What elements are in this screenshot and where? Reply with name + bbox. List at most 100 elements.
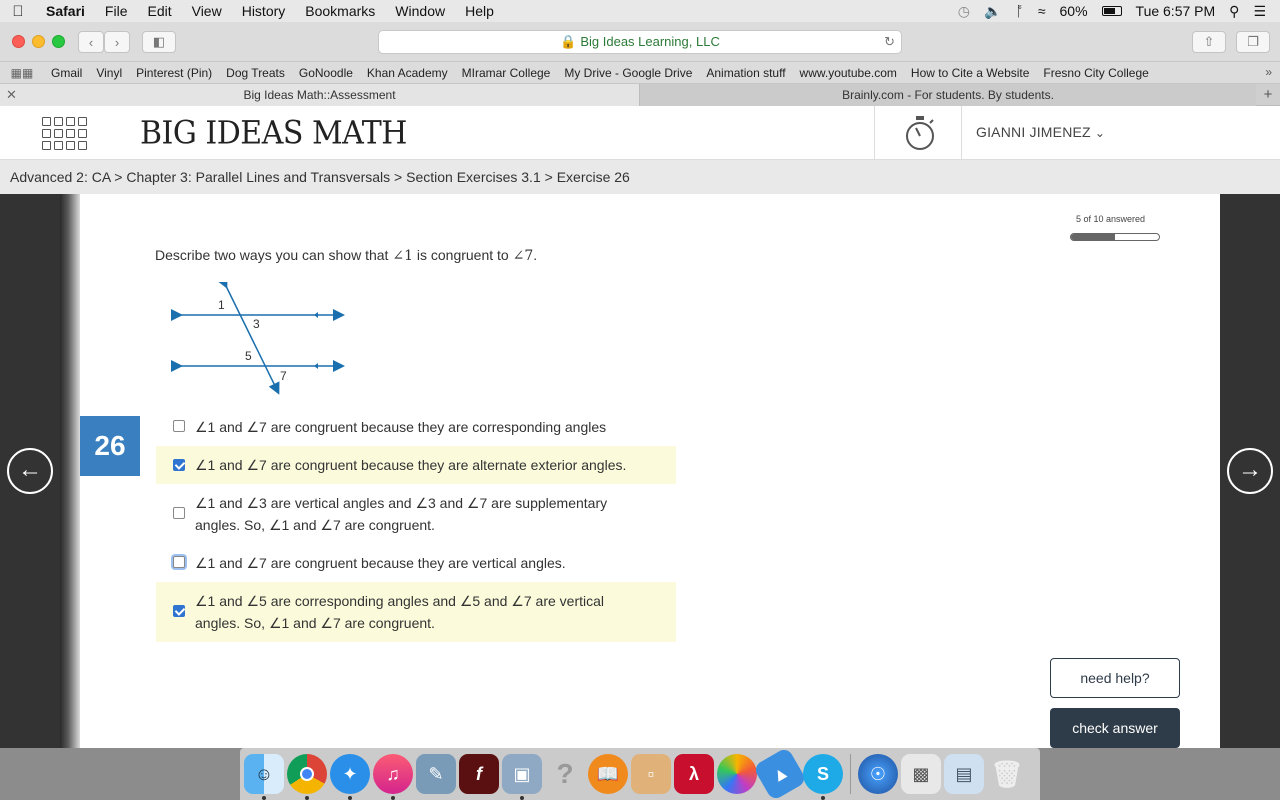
chrome-icon[interactable] <box>287 754 327 800</box>
trash-icon[interactable]: 🗑 <box>987 754 1027 794</box>
status-icons: ◷ 🔈 ᚩ ≈ 60% Tue 6:57 PM ⚲ ☰ <box>958 3 1280 20</box>
figure-label-1: 1 <box>218 298 225 312</box>
tab-assessment[interactable]: ✕ Big Ideas Math::Assessment <box>0 84 640 106</box>
bookmark-khan-academy[interactable]: Khan Academy <box>360 66 455 80</box>
menu-window[interactable]: Window <box>385 3 455 19</box>
skype-icon[interactable]: S <box>803 754 843 800</box>
option-text-line2: angles. So, ∠1 and ∠7 are congruent. <box>195 517 435 533</box>
new-tab-icon[interactable]: + <box>1256 84 1280 106</box>
option-checkbox-checked[interactable] <box>173 459 185 471</box>
image-capture-icon[interactable]: ▣ <box>502 754 542 800</box>
wifi-icon[interactable]: ≈ <box>1038 3 1046 19</box>
spotlight-search-icon[interactable]: ⚲ <box>1229 3 1239 20</box>
battery-percent[interactable]: 60% <box>1060 3 1088 19</box>
check-answer-button[interactable]: check answer <box>1050 708 1180 748</box>
menu-history[interactable]: History <box>232 3 296 19</box>
timer-button[interactable] <box>874 106 962 160</box>
bookmark-youtube[interactable]: www.youtube.com <box>793 66 904 80</box>
answer-option-1[interactable]: ∠1 and ∠7 are congruent because they are… <box>156 416 676 438</box>
bookmark-how-to-cite[interactable]: How to Cite a Website <box>904 66 1037 80</box>
zoom-window-button[interactable] <box>52 35 65 48</box>
tab-brainly[interactable]: Brainly.com - For students. By students. <box>640 84 1256 106</box>
option-checkbox[interactable] <box>173 420 185 432</box>
bookmark-google-drive[interactable]: My Drive - Google Drive <box>557 66 699 80</box>
close-tab-icon[interactable]: ✕ <box>6 84 17 106</box>
preview-icon[interactable]: ✎ <box>416 754 456 794</box>
finder-icon[interactable]: ☺ <box>244 754 284 800</box>
menu-help[interactable]: Help <box>455 3 504 19</box>
option-checkbox-checked[interactable] <box>173 605 185 617</box>
show-tabs-button[interactable]: ❐ <box>1236 31 1270 53</box>
option-text: ∠1 and ∠7 are congruent because they are… <box>195 419 607 435</box>
question-number-badge: 26 <box>80 416 140 476</box>
bookmark-fresno-city-college[interactable]: Fresno City College <box>1036 66 1155 80</box>
answer-option-3[interactable]: ∠1 and ∠3 are vertical angles and ∠3 and… <box>156 492 676 536</box>
downloads-stack-icon[interactable]: ▩ <box>901 754 941 794</box>
angle-1-label: ∠1 <box>392 248 413 264</box>
option-text: ∠1 and ∠7 are congruent because they are… <box>195 555 566 571</box>
transversal-line <box>216 282 280 395</box>
bookmark-dog-treats[interactable]: Dog Treats <box>219 66 292 80</box>
bookmark-gonoodle[interactable]: GoNoodle <box>292 66 360 80</box>
apps-grid-icon[interactable] <box>42 117 87 150</box>
unknown-app-icon[interactable]: ? <box>545 754 585 794</box>
answer-option-2[interactable]: ∠1 and ∠7 are congruent because they are… <box>156 446 676 484</box>
progress-bar-fill <box>1071 234 1115 240</box>
option-checkbox[interactable] <box>173 507 185 519</box>
clock[interactable]: Tue 6:57 PM <box>1136 3 1216 19</box>
back-button[interactable]: ‹ <box>78 31 104 53</box>
documents-stack-icon[interactable]: ▤ <box>944 754 984 794</box>
bluetooth-icon[interactable]: ᚩ <box>1015 3 1023 19</box>
minimize-window-button[interactable] <box>32 35 45 48</box>
address-bar[interactable]: 🔒 Big Ideas Learning, LLC ↻ <box>378 30 902 54</box>
reload-icon[interactable]: ↻ <box>884 31 895 53</box>
progress-label: 5 of 10 answered <box>1076 214 1146 224</box>
menu-view[interactable]: View <box>182 3 232 19</box>
apple-icon[interactable]:  <box>0 3 36 20</box>
next-question-button[interactable]: → <box>1227 448 1273 494</box>
volume-icon[interactable]: 🔈 <box>984 3 1001 20</box>
bookmark-miramar-college[interactable]: MIramar College <box>455 66 558 80</box>
user-menu[interactable]: GIANNI JIMENEZ ⌄ <box>976 124 1105 140</box>
share-button[interactable]: ⇧ <box>1192 31 1226 53</box>
option-checkbox[interactable] <box>173 556 185 568</box>
top-sites-grid-icon[interactable]: ▦▦ <box>0 66 44 80</box>
mac-menu-bar:  Safari File Edit View History Bookmark… <box>0 0 1280 22</box>
bookmark-animation-stuff[interactable]: Animation stuff <box>699 66 792 80</box>
menu-edit[interactable]: Edit <box>137 3 181 19</box>
installer-icon[interactable]: ▫ <box>631 754 671 794</box>
forward-button[interactable]: › <box>104 31 130 53</box>
previous-question-button[interactable]: ← <box>7 448 53 494</box>
need-help-button[interactable]: need help? <box>1050 658 1180 698</box>
progress-bar <box>1070 233 1160 241</box>
time-machine-icon[interactable]: ◷ <box>958 3 970 20</box>
notification-center-icon[interactable]: ☰ <box>1253 3 1266 20</box>
close-window-button[interactable] <box>12 35 25 48</box>
site-logo[interactable]: BIG IDEAS MATH <box>140 115 407 152</box>
xcode-icon[interactable]: ▲ <box>752 746 808 800</box>
answer-option-5[interactable]: ∠1 and ∠5 are corresponding angles and ∠… <box>156 582 676 642</box>
more-bookmarks-icon[interactable]: » <box>1265 65 1272 79</box>
itunes-icon[interactable]: ♫ <box>373 754 413 800</box>
figure-label-5: 5 <box>245 349 252 363</box>
globe-icon[interactable]: ☉ <box>858 754 898 794</box>
sidebar-toggle-button[interactable]: ◧ <box>142 31 176 53</box>
address-bar-text: Big Ideas Learning, LLC <box>580 34 720 49</box>
safari-icon[interactable]: ✦ <box>330 754 370 800</box>
menu-bookmarks[interactable]: Bookmarks <box>295 3 385 19</box>
bookmark-vinyl[interactable]: Vinyl <box>89 66 129 80</box>
arrow-right-icon: → <box>1238 456 1262 483</box>
ibooks-icon[interactable]: 📖 <box>588 754 628 794</box>
menu-file[interactable]: File <box>95 3 138 19</box>
bookmark-pinterest[interactable]: Pinterest (Pin) <box>129 66 219 80</box>
bookmarks-bar: ▦▦ Gmail Vinyl Pinterest (Pin) Dog Treat… <box>0 62 1280 84</box>
bookmark-gmail[interactable]: Gmail <box>44 66 89 80</box>
figure-label-7: 7 <box>280 369 287 383</box>
lock-icon: 🔒 <box>560 34 577 49</box>
acrobat-icon[interactable]: λ <box>674 754 714 794</box>
answer-option-4[interactable]: ∠1 and ∠7 are congruent because they are… <box>156 552 676 574</box>
option-text-line2: angles. So, ∠1 and ∠7 are congruent. <box>195 615 435 631</box>
menu-app-name[interactable]: Safari <box>36 3 95 19</box>
flash-icon[interactable]: f <box>459 754 499 794</box>
photos-icon[interactable] <box>717 754 757 794</box>
